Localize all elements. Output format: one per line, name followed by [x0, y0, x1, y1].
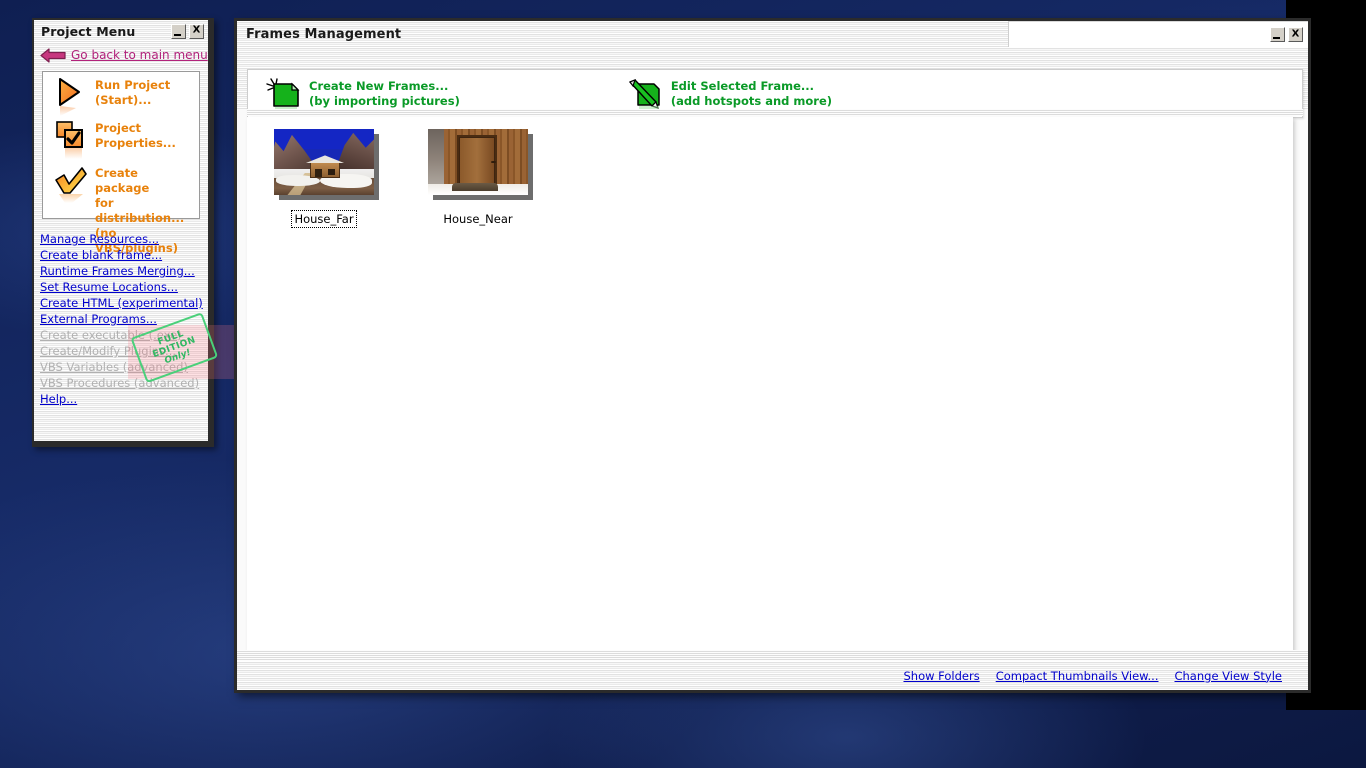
go-back-link-label: Go back to main menu: [71, 48, 208, 62]
frames-content-shell: House_Far House_Near: [237, 109, 1308, 661]
thumbnail-caption[interactable]: House_Far: [291, 210, 357, 228]
frames-window-titlebar[interactable]: Frames Management X: [237, 21, 1308, 47]
project-properties-label: Project Properties...: [95, 120, 176, 151]
change-view-style-link[interactable]: Change View Style: [1174, 669, 1282, 683]
thumbnail-wrapper: [423, 129, 533, 195]
content-top-strip: [247, 109, 1303, 116]
frames-bottom-links: Show Folders Compact Thumbnails View... …: [237, 661, 1308, 690]
create-package-line1: Create package: [95, 166, 150, 195]
frames-caption-buttons: X: [1270, 27, 1303, 42]
minimize-button[interactable]: [171, 23, 186, 39]
project-menu-body: Go back to main menu Run Project (Start)…: [34, 42, 240, 441]
play-triangle-icon: [51, 77, 91, 117]
link-create-modify-plugins: Create/Modify Plugins...: [40, 344, 177, 358]
run-project-line2: (Start)...: [95, 93, 152, 107]
project-menu-title: Project Menu: [41, 23, 136, 39]
frames-window-title-area: Frames Management: [237, 21, 1008, 47]
thumbnail-image-house-far[interactable]: [274, 129, 374, 195]
close-button[interactable]: X: [1288, 27, 1303, 42]
close-button[interactable]: X: [189, 23, 204, 39]
create-new-frames-button[interactable]: Create New Frames... (by importing pictu…: [248, 77, 460, 110]
project-menu-caption-buttons: X: [171, 23, 204, 39]
project-menu-titlebar[interactable]: Project Menu X: [34, 20, 208, 42]
create-new-frames-text: Create New Frames... (by importing pictu…: [309, 79, 460, 109]
run-project-line1: Run Project: [95, 78, 171, 92]
thumbnail-image-house-near[interactable]: [428, 129, 528, 195]
run-project-label: Run Project (Start)...: [95, 77, 170, 108]
create-new-frames-line2: (by importing pictures): [309, 93, 460, 108]
edit-selected-frame-text: Edit Selected Frame... (add hotspots and…: [671, 79, 832, 109]
create-new-frames-line1: Create New Frames...: [309, 78, 449, 93]
create-package-line2: for distribution...: [95, 196, 185, 225]
compact-thumbnails-view-link[interactable]: Compact Thumbnails View...: [996, 669, 1159, 683]
link-help[interactable]: Help...: [40, 391, 208, 407]
thumbnail-caption[interactable]: House_Near: [441, 211, 514, 227]
edit-selected-frame-button[interactable]: Edit Selected Frame... (add hotspots and…: [460, 78, 832, 110]
link-create-blank-frame[interactable]: Create blank frame...: [40, 247, 208, 263]
thumbnail-wrapper: [269, 129, 379, 195]
new-page-sparkle-icon: [266, 77, 300, 110]
show-folders-link[interactable]: Show Folders: [903, 669, 979, 683]
project-menu-links: Manage Resources... Create blank frame..…: [40, 231, 240, 407]
edit-selected-frame-line1: Edit Selected Frame...: [670, 78, 814, 93]
minimize-icon: [1273, 37, 1280, 39]
link-runtime-frames-merging[interactable]: Runtime Frames Merging...: [40, 263, 208, 279]
bottom-strip: [237, 650, 1308, 661]
link-external-programs[interactable]: External Programs...: [40, 311, 208, 327]
thumbnail-grid: House_Far House_Near: [247, 117, 1293, 228]
arrow-left-icon: [40, 47, 66, 63]
project-properties-line1: Project: [95, 121, 142, 135]
run-project-action[interactable]: Run Project (Start)...: [45, 76, 197, 118]
link-vbs-variables: VBS Variables (advanced): [40, 360, 188, 374]
frames-toolbar-region: Create New Frames... (by importing pictu…: [237, 47, 1308, 118]
list-item[interactable]: House_Far: [267, 125, 381, 228]
project-actions-box: Run Project (Start)... Project Propertie…: [42, 71, 200, 255]
link-set-resume-locations[interactable]: Set Resume Locations...: [40, 279, 208, 295]
frames-thumbnail-area[interactable]: House_Far House_Near: [247, 117, 1293, 653]
go-back-to-main-menu-link[interactable]: Go back to main menu: [34, 42, 208, 68]
link-create-executable: Create executable (.exe): [40, 328, 182, 342]
link-create-html[interactable]: Create HTML (experimental): [40, 295, 208, 311]
orange-checkmark-icon: [51, 165, 91, 207]
checked-squares-icon: [51, 120, 91, 162]
list-item[interactable]: House_Near: [421, 125, 535, 227]
frames-management-window: Frames Management X Create New Frames...…: [234, 18, 1311, 693]
project-menu-window: Project Menu X Go back to main menu Run …: [32, 18, 240, 447]
project-properties-line2: Properties...: [95, 136, 176, 150]
link-manage-resources[interactable]: Manage Resources...: [40, 231, 208, 247]
project-properties-action[interactable]: Project Properties...: [45, 119, 197, 163]
close-icon: X: [192, 24, 201, 36]
project-menu-inner: Project Menu X Go back to main menu Run …: [34, 20, 240, 441]
frames-window-title: Frames Management: [246, 26, 402, 42]
frames-window-inner: Frames Management X Create New Frames...…: [237, 21, 1308, 690]
link-vbs-procedures: VBS Procedures (advanced): [40, 376, 200, 390]
minimize-button[interactable]: [1270, 27, 1285, 42]
edit-selected-frame-line2: (add hotspots and more): [670, 93, 833, 108]
pencil-page-icon: [628, 78, 662, 110]
minimize-icon: [174, 33, 181, 36]
close-icon: X: [1291, 28, 1300, 39]
frames-window-caption-area: X: [1008, 21, 1308, 47]
